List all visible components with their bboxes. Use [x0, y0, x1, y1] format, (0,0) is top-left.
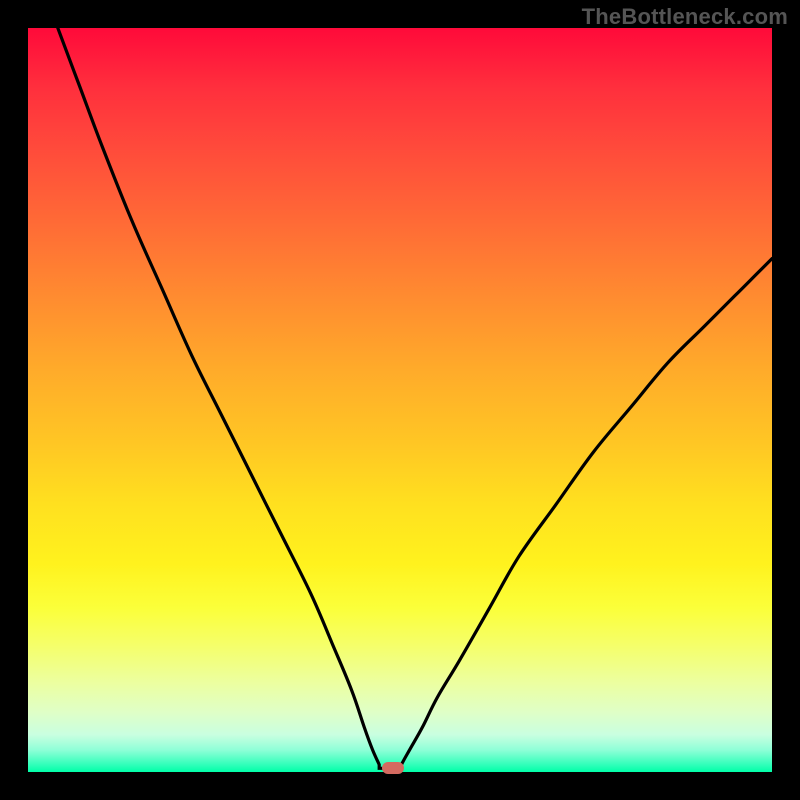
chart-frame: TheBottleneck.com	[0, 0, 800, 800]
bottleneck-curve	[28, 28, 772, 772]
vertex-marker	[382, 762, 404, 774]
plot-area	[28, 28, 772, 772]
watermark-text: TheBottleneck.com	[582, 4, 788, 30]
curve-path	[58, 28, 772, 768]
